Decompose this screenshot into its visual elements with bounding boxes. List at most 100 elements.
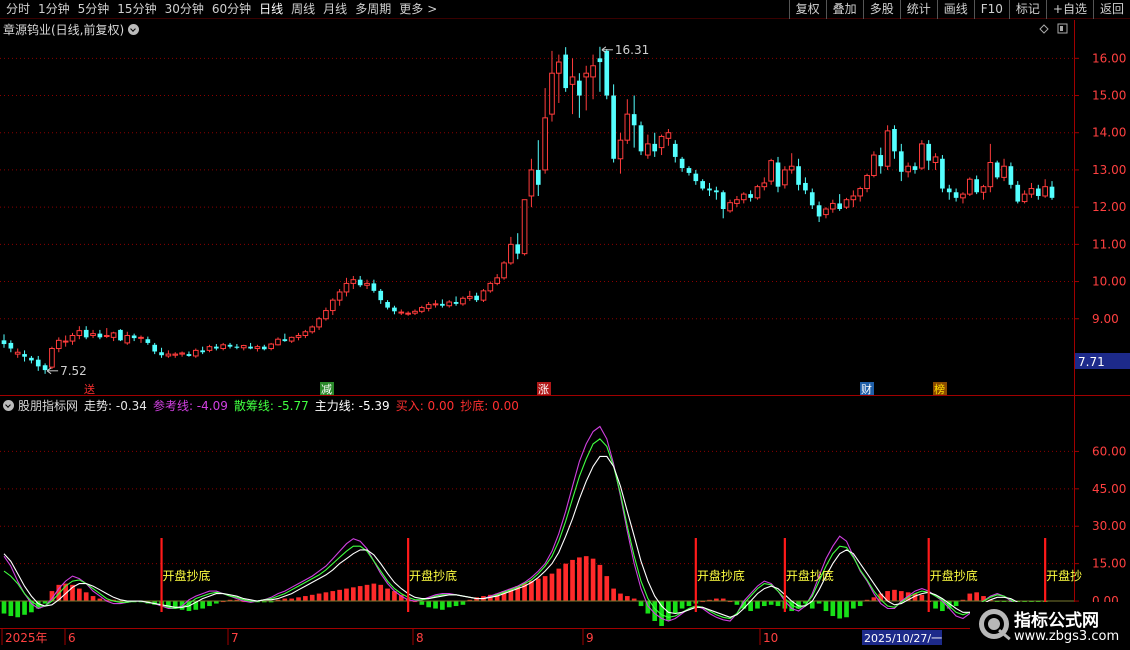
trend-bar — [337, 589, 342, 602]
candle-body — [966, 178, 973, 195]
candle-body — [405, 312, 411, 315]
signal-label: 开盘抄底 — [163, 568, 211, 583]
date-label: 8 — [416, 631, 424, 645]
trend-bar — [344, 588, 349, 602]
candle-body — [768, 160, 774, 182]
trend-bar — [823, 601, 829, 612]
candle-body — [446, 301, 453, 307]
candle-body — [14, 351, 21, 355]
signal-label: 开盘抄底 — [697, 568, 745, 583]
trend-bar — [542, 576, 548, 602]
candle-body — [69, 334, 76, 342]
candle-body — [480, 290, 487, 301]
candle-body — [138, 336, 144, 339]
candle-body — [186, 354, 192, 356]
trend-bar — [679, 601, 685, 609]
candle-body — [145, 339, 151, 343]
trend-bar — [556, 568, 562, 602]
watermark-logo — [979, 609, 1011, 641]
candle-body — [714, 190, 719, 193]
trend-bar — [385, 588, 390, 602]
candle-body — [700, 181, 705, 189]
price-tick-label: 10.00 — [1092, 275, 1126, 289]
trend-bar — [570, 559, 575, 602]
window-icon-bar — [1060, 26, 1063, 31]
event-tag: 涨 — [538, 383, 549, 396]
candle-body — [1001, 165, 1007, 178]
candle-body — [460, 297, 466, 305]
candle-body — [604, 50, 610, 96]
trend-bar — [419, 601, 425, 605]
candle-body — [1008, 166, 1014, 185]
trend-bar — [672, 601, 678, 614]
candle-body — [398, 311, 405, 314]
candle-body — [597, 58, 603, 63]
indicator-tick-label: 30.00 — [1092, 519, 1126, 533]
candle-body — [440, 303, 445, 306]
candle-body — [884, 130, 891, 167]
candle-body — [645, 143, 651, 156]
candle-body — [432, 303, 439, 306]
candle-body — [946, 188, 952, 193]
trend-bar — [1, 601, 7, 614]
high-price-label: 16.31 — [615, 43, 649, 57]
candle-body — [329, 299, 336, 312]
candle-body — [521, 199, 528, 255]
candle-body — [905, 165, 911, 173]
candle-body — [590, 65, 596, 78]
candle-body — [103, 334, 110, 337]
trend-bar — [830, 601, 836, 617]
diamond-icon — [1039, 24, 1049, 34]
candle-body — [412, 310, 418, 314]
candle-body — [8, 342, 14, 349]
candle-body — [624, 113, 631, 141]
event-tag: 财 — [861, 382, 872, 396]
trend-bar — [83, 592, 89, 602]
candle-body — [466, 295, 473, 299]
candle-body — [953, 192, 959, 198]
chart-canvas[interactable]: 16.00 15.00 14.00 13.00 12.00 11.00 10.00 9.00 6… — [0, 0, 1130, 650]
candle-body — [974, 179, 979, 193]
candle-body — [631, 114, 637, 126]
trend-bar — [857, 601, 863, 607]
trend-bar — [351, 587, 356, 602]
candle-body — [658, 135, 665, 149]
candle-body — [555, 61, 562, 74]
stock-chart-window: { "toolbar": { "periods": ["分时", "1分钟", … — [0, 0, 1130, 650]
candle-body — [200, 350, 205, 353]
trend-bar — [529, 581, 534, 602]
candle-body — [611, 95, 616, 159]
price-tick-label: 13.00 — [1092, 163, 1126, 177]
trend-bar — [686, 601, 692, 607]
candle-body — [55, 339, 62, 350]
watermark: 指标公式网 www.zbgs3.com — [970, 602, 1130, 650]
candle-body — [371, 283, 377, 291]
indicator-tick-label: 15.00 — [1092, 557, 1126, 571]
trend-bar — [535, 578, 541, 602]
date-label: 10 — [763, 631, 778, 645]
candle-body — [727, 202, 733, 212]
candle-body — [124, 334, 131, 344]
event-tag: 减 — [321, 383, 332, 396]
candle-body — [528, 169, 535, 197]
trend-bar — [453, 601, 459, 607]
candle-body — [809, 192, 815, 206]
candle-body — [214, 346, 219, 349]
candle-body — [165, 353, 172, 357]
candle-body — [110, 332, 117, 338]
candle-body — [494, 277, 501, 284]
trend-bar — [446, 601, 452, 608]
trend-bar — [378, 584, 384, 602]
candle-body — [775, 162, 781, 187]
candle-body — [22, 354, 27, 357]
candle-body — [323, 310, 329, 320]
candle-body — [912, 166, 918, 170]
trend-bar — [200, 601, 205, 609]
date-label: 7 — [231, 631, 239, 645]
candle-body — [871, 154, 877, 177]
trend-bar — [638, 601, 644, 607]
trend-bar — [624, 596, 630, 602]
candle-body — [227, 344, 233, 347]
candle-body — [850, 195, 857, 201]
date-label: 6 — [68, 631, 76, 645]
